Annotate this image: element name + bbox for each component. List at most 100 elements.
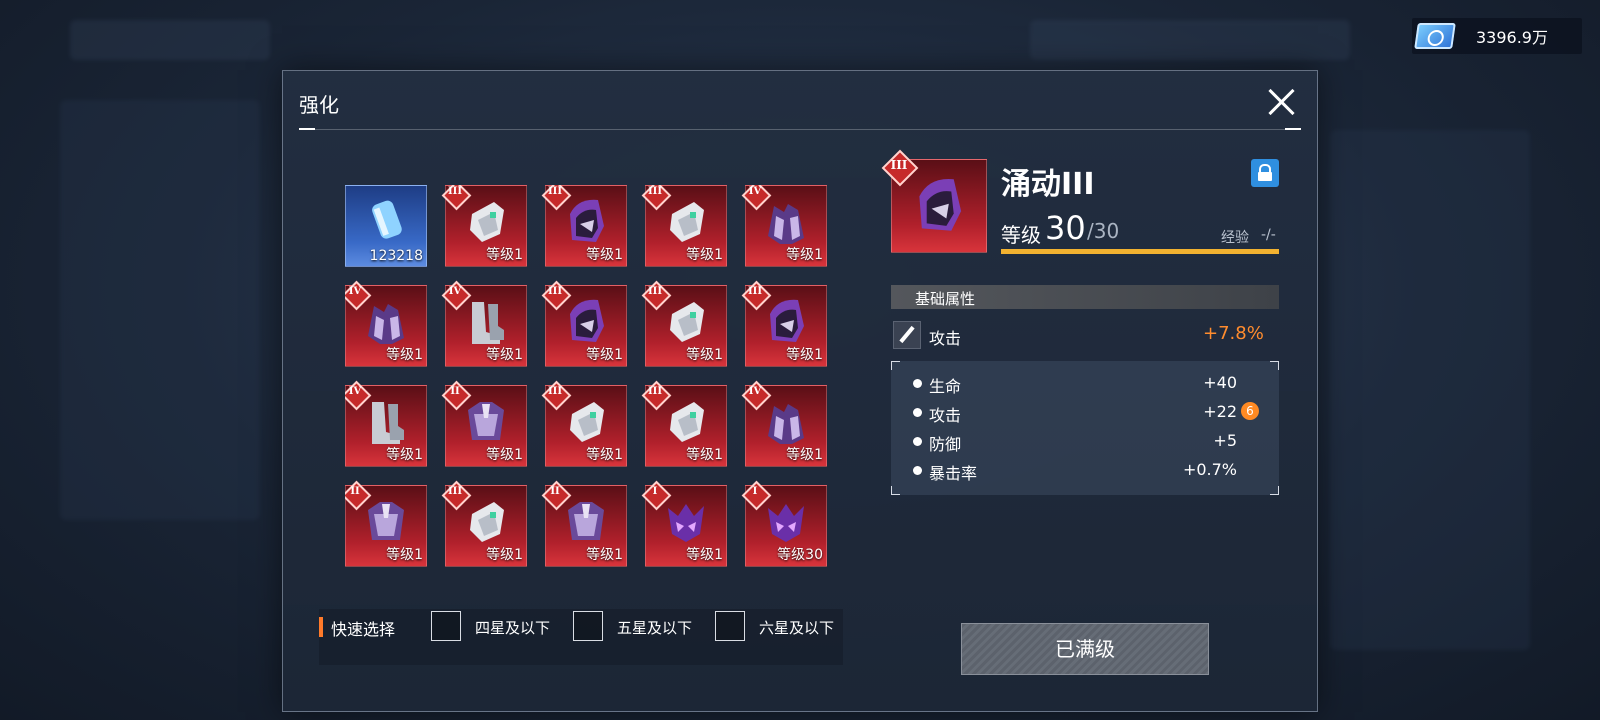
canister-icon — [372, 200, 402, 239]
rank-badge: IV — [345, 382, 367, 406]
gear-item[interactable]: 等级1 IV — [445, 285, 527, 367]
corner-mark — [891, 361, 900, 370]
rank-badge-text: II — [350, 486, 360, 497]
item-level: 等级1 — [586, 347, 623, 363]
dialog-title: 强化 — [299, 93, 339, 117]
item-level: 等级1 — [686, 247, 723, 263]
item-level: 等级1 — [586, 547, 623, 563]
rank-badge-text: III — [890, 158, 908, 172]
checkbox-six-star-label: 六星及以下 — [759, 619, 835, 637]
rank-badge: IV — [743, 382, 767, 406]
gear-item[interactable]: 等级1 III — [745, 285, 827, 367]
checkbox-four-star[interactable] — [431, 611, 461, 641]
item-level: 等级1 — [686, 347, 723, 363]
rank-badge-text: III — [747, 286, 763, 297]
item-level: 等级1 — [386, 447, 423, 463]
rank-badge: IV — [345, 282, 367, 306]
sub-attr-row: 暴击率 +0.7% — [913, 460, 1253, 484]
rank-badge: III — [543, 185, 567, 206]
gear-item[interactable]: 等级1 IV — [745, 385, 827, 467]
material-item[interactable]: 123218 — [345, 185, 427, 267]
armor-icon — [368, 304, 404, 344]
sub-attr-value: +22 — [1203, 402, 1237, 421]
rank-badge-text: II — [450, 386, 460, 397]
gear-item[interactable]: 等级1 II — [345, 485, 427, 567]
rank-badge: III — [543, 282, 567, 306]
gear-item[interactable]: 等级1 IV — [345, 285, 427, 367]
max-level-button[interactable]: 已满级 — [961, 623, 1209, 675]
gear-item[interactable]: 等级1 IV — [345, 385, 427, 467]
gear-item[interactable]: 等级1 III — [645, 185, 727, 267]
rank-badge: I — [643, 482, 667, 506]
item-quantity: 123218 — [369, 248, 423, 264]
rank-badge-text: I — [752, 486, 758, 497]
chest-icon — [468, 402, 504, 440]
rank-badge: III — [743, 282, 767, 306]
item-level: 等级1 — [486, 447, 523, 463]
accent-bar — [319, 617, 323, 637]
corner-mark — [891, 486, 900, 495]
currency-amount: 3396.9万 — [1476, 28, 1548, 47]
currency-display: 3396.9万 — [1412, 18, 1582, 54]
background-panel — [60, 100, 260, 520]
rank-badge: III — [643, 185, 667, 206]
chest-icon — [368, 502, 404, 540]
gear-item[interactable]: 等级1 III — [645, 385, 727, 467]
rank-badge-text: III — [547, 386, 563, 397]
gear-item[interactable]: 等级1 I — [645, 485, 727, 567]
sub-attr-value: +0.7% — [1182, 460, 1237, 479]
main-attr-value: +7.8% — [1203, 323, 1264, 344]
rank-badge: III — [643, 282, 667, 306]
background-panel — [70, 20, 270, 60]
gear-item[interactable]: 等级1 III — [445, 185, 527, 267]
rank-badge-text: II — [550, 486, 560, 497]
item-level: 等级30 — [777, 547, 823, 563]
chest-icon — [568, 502, 604, 540]
exp-label: 经验 — [1221, 230, 1249, 246]
rank-badge: IV — [743, 185, 767, 206]
rank-badge: III — [643, 382, 667, 406]
rank-badge-text: IV — [448, 286, 462, 297]
rank-badge: III — [443, 185, 467, 206]
lock-icon[interactable] — [1251, 159, 1279, 187]
gear-item[interactable]: 等级1 III — [645, 285, 727, 367]
quick-select-bar: 快速选择 四星及以下 五星及以下 六星及以下 — [319, 609, 843, 665]
sub-attr-row: 攻击 +22 6 — [913, 402, 1259, 426]
sub-attr-name: 暴击率 — [929, 464, 978, 483]
close-icon[interactable] — [1263, 83, 1299, 119]
checkbox-five-star[interactable] — [573, 611, 603, 641]
gear-item[interactable]: 等级1 II — [545, 485, 627, 567]
item-level: 等级1 — [486, 347, 523, 363]
rank-badge-text: III — [647, 186, 663, 197]
item-level: 等级1 — [786, 247, 823, 263]
rank-badge-text: IV — [748, 386, 762, 397]
checkbox-six-star[interactable] — [715, 611, 745, 641]
armor-icon — [768, 404, 804, 444]
gear-item[interactable]: 等级1 III — [545, 385, 627, 467]
gear-item[interactable]: 等级1 III — [545, 185, 627, 267]
rank-badge: II — [345, 482, 367, 506]
rank-badge-text: III — [647, 386, 663, 397]
boots-icon — [472, 302, 504, 344]
sub-attr-row: 防御 +5 — [913, 431, 1253, 455]
rank-badge: II — [443, 382, 467, 406]
gear-item[interactable]: 等级1 IV — [745, 185, 827, 267]
bullet-icon — [913, 437, 922, 446]
rank-badge: IV — [443, 282, 467, 306]
mask-icon — [768, 504, 804, 542]
item-level: 等级1 — [486, 547, 523, 563]
glove-icon — [470, 502, 504, 542]
gear-item[interactable]: 等级1 III — [445, 485, 527, 567]
sub-attr-value: +5 — [1213, 431, 1237, 450]
item-level: 等级1 — [486, 247, 523, 263]
gear-item[interactable]: 等级1 III — [545, 285, 627, 367]
item-level: 等级1 — [586, 247, 623, 263]
section-title: 基础属性 — [915, 290, 976, 308]
boots-icon — [372, 402, 404, 444]
checkbox-five-star-label: 五星及以下 — [617, 619, 693, 637]
rank-badge: III — [883, 151, 915, 183]
gear-item[interactable]: 等级1 II — [445, 385, 527, 467]
gear-item[interactable]: 等级30 I — [745, 485, 827, 567]
rank-badge: I — [743, 482, 767, 506]
exp-value: -/- — [1261, 227, 1276, 243]
